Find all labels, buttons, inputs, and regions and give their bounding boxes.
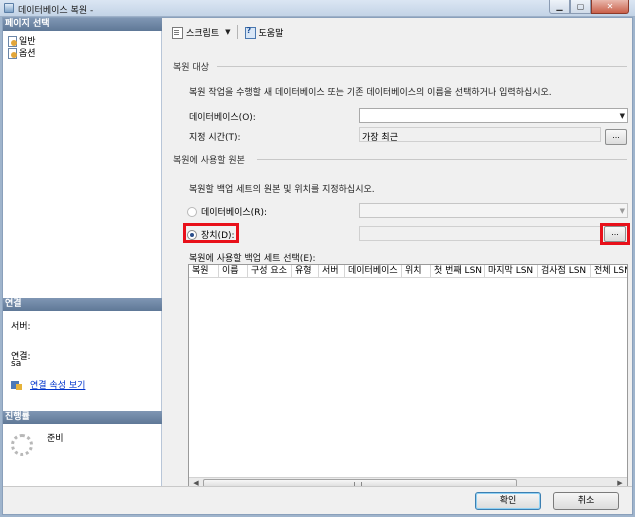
restore-source-section-title: 복원에 사용할 원본 (173, 156, 245, 166)
progress-status: 준비 (47, 434, 64, 444)
chevron-down-icon[interactable]: ▼ (620, 112, 625, 120)
window-title: 데이터베이스 복원 - (18, 6, 94, 16)
point-in-time-label: 지정 시간(T): (189, 133, 241, 143)
column-header[interactable]: 복원 (189, 265, 219, 277)
progress-header: 진행률 (3, 411, 162, 424)
radio-indicator (187, 229, 197, 240)
from-database-radio[interactable]: 데이터베이스(R): (187, 205, 267, 218)
left-pane: 페이지 선택 일반 옵션 연결 서버: 연결: sa 연결 속성 보기 진행률 … (3, 18, 162, 486)
section-divider (217, 66, 627, 67)
page-select-header: 페이지 선택 (3, 18, 162, 31)
column-header[interactable]: 첫 번째 LSN (431, 265, 485, 277)
connection-properties-icon (11, 380, 22, 390)
column-header[interactable]: 위치 (402, 265, 431, 277)
script-icon (171, 26, 183, 39)
window-controls: ▁ ▢ ✕ (549, 0, 629, 14)
column-header[interactable]: 이름 (219, 265, 248, 277)
column-header[interactable]: 유형 (292, 265, 319, 277)
restore-target-section-title: 복원 대상 (173, 63, 209, 73)
help-label: 도움말 (258, 28, 284, 39)
point-in-time-field: 가장 최근 (359, 127, 601, 143)
script-button[interactable]: 스크립트 ▼ (171, 26, 231, 39)
script-label: 스크립트 (186, 28, 220, 39)
page-item-options[interactable]: 옵션 (7, 46, 36, 59)
restore-source-description: 복원할 백업 세트의 원본 및 위치를 지정하십시오. (189, 185, 375, 195)
cancel-button[interactable]: 취소 (553, 492, 619, 510)
page-icon (7, 47, 17, 59)
grid-header: 복원 이름 구성 요소 유형 서버 데이터베이스 위치 첫 번째 LSN 마지막… (189, 265, 627, 278)
ok-button[interactable]: 확인 (475, 492, 541, 510)
close-button[interactable]: ✕ (591, 0, 629, 14)
backup-sets-label: 복원에 사용할 백업 세트 선택(E): (189, 254, 316, 264)
device-path-field (359, 226, 601, 241)
column-header[interactable]: 검사점 LSN (538, 265, 591, 277)
help-button[interactable]: 도움말 (244, 26, 284, 39)
view-connection-properties-link[interactable]: 연결 속성 보기 (11, 378, 85, 391)
column-header[interactable]: 데이터베이스 (345, 265, 402, 277)
column-header[interactable]: 구성 요소 (248, 265, 292, 277)
chevron-down-icon[interactable]: ▼ (225, 28, 230, 36)
point-in-time-browse-button[interactable]: ... (605, 129, 627, 145)
minimize-button[interactable]: ▁ (549, 0, 570, 14)
page-icon (7, 35, 17, 47)
toolbar-separator (236, 25, 238, 39)
column-header[interactable]: 마지막 LSN (485, 265, 538, 277)
restore-target-description: 복원 작업을 수행할 새 데이터베이스 또는 기존 데이터베이스의 이름을 선택… (189, 88, 552, 98)
database-combo[interactable]: ▼ (359, 108, 628, 123)
from-device-label: 장치(D): (201, 231, 235, 241)
progress-spinner-icon (11, 434, 33, 456)
device-browse-button[interactable]: ... (604, 226, 626, 242)
from-database-label: 데이터베이스(R): (201, 208, 267, 218)
server-label: 서버: (11, 322, 31, 332)
toolbar: 스크립트 ▼ 도움말 (163, 18, 633, 46)
section-divider (257, 159, 627, 160)
maximize-button[interactable]: ▢ (570, 0, 591, 14)
connection-user: sa (11, 359, 22, 369)
view-connection-link-text: 연결 속성 보기 (30, 381, 86, 391)
column-header[interactable]: 서버 (319, 265, 345, 277)
database-label: 데이터베이스(O): (189, 113, 256, 123)
chevron-down-icon: ▼ (619, 207, 625, 215)
help-icon (244, 26, 256, 39)
backup-sets-grid[interactable]: 복원 이름 구성 요소 유형 서버 데이터베이스 위치 첫 번째 LSN 마지막… (188, 264, 628, 491)
app-icon (4, 3, 14, 13)
from-device-radio[interactable]: 장치(D): (187, 228, 235, 241)
source-database-combo[interactable]: ▼ (359, 203, 628, 218)
title-bar: 데이터베이스 복원 - ▁ ▢ ✕ (0, 0, 635, 17)
connection-header: 연결 (3, 298, 162, 311)
page-item-label: 옵션 (19, 49, 36, 59)
column-header[interactable]: 전체 LSN (591, 265, 627, 277)
radio-indicator (187, 206, 197, 217)
button-bar: 확인 취소 (3, 486, 632, 514)
dialog-frame: 페이지 선택 일반 옵션 연결 서버: 연결: sa 연결 속성 보기 진행률 … (2, 17, 633, 515)
